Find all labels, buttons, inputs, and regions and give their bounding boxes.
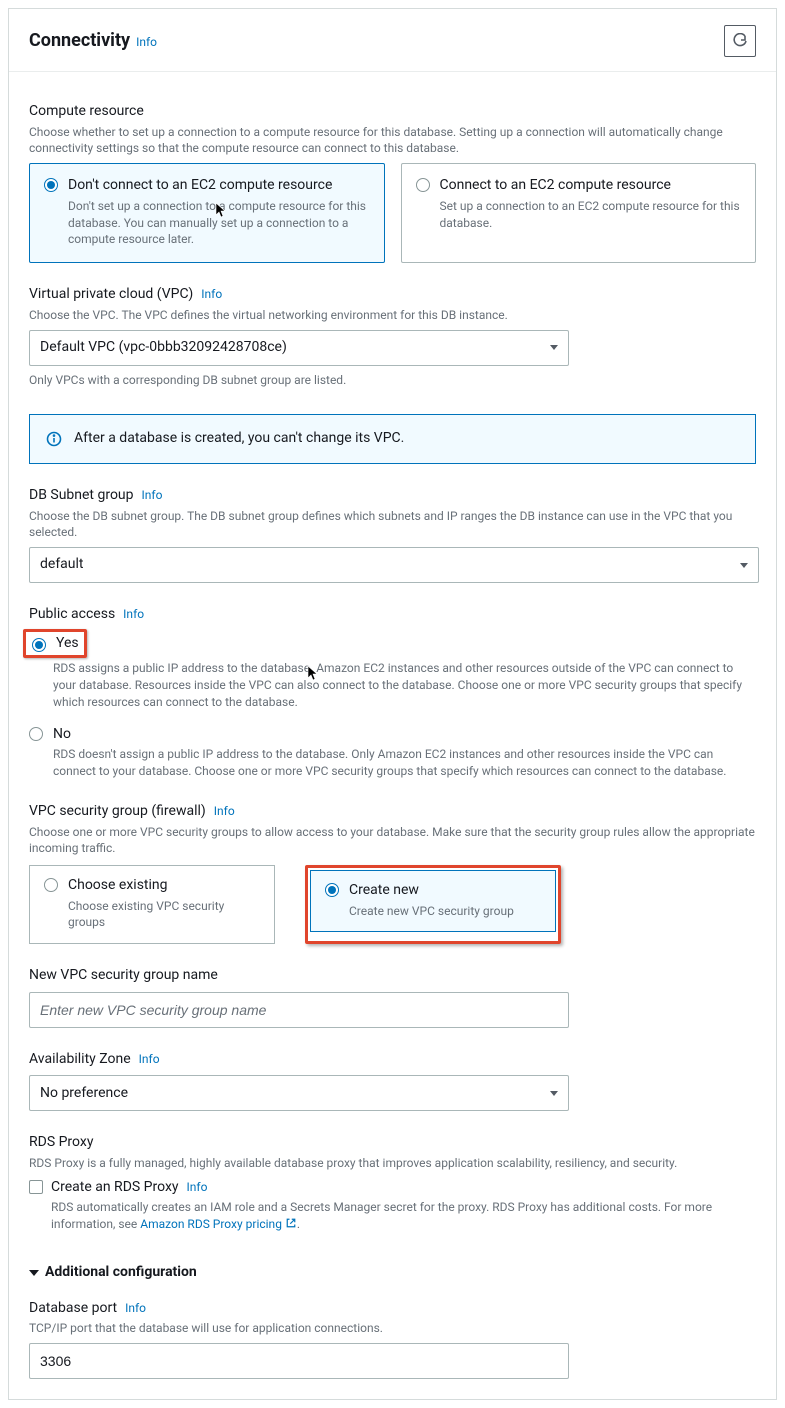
yes-label: Yes xyxy=(56,634,79,654)
option-desc: Don't set up a connection to a compute r… xyxy=(68,198,370,248)
proxy-cb-desc: RDS automatically creates an IAM role an… xyxy=(51,1199,756,1233)
select-value: Default VPC (vpc-0bbb32092428708ce) xyxy=(40,338,287,358)
option-title: Choose existing xyxy=(68,876,260,896)
info-link[interactable]: Info xyxy=(187,1179,208,1196)
option-desc: Create new VPC security group xyxy=(349,903,514,920)
db-port-section: Database port Info TCP/IP port that the … xyxy=(29,1299,756,1379)
info-link[interactable]: Info xyxy=(142,487,163,504)
info-link[interactable]: Info xyxy=(139,1051,160,1068)
label-text: DB Subnet group xyxy=(29,486,134,506)
chevron-down-icon xyxy=(550,1091,558,1096)
proxy-cb-label-row: Create an RDS Proxy Info xyxy=(51,1178,756,1198)
vpc-select[interactable]: Default VPC (vpc-0bbb32092428708ce) xyxy=(29,330,569,366)
proxy-desc: RDS Proxy is a fully managed, highly ava… xyxy=(29,1155,756,1172)
compute-desc: Choose whether to set up a connection to… xyxy=(29,124,756,158)
expander-label: Additional configuration xyxy=(45,1263,197,1283)
connectivity-panel: Connectivity Info Compute resource Choos… xyxy=(8,8,777,1400)
label-text: Virtual private cloud (VPC) xyxy=(29,285,193,305)
public-access-section: Public access Info Yes RDS assigns a pub… xyxy=(29,605,756,780)
option-desc: Set up a connection to an EC2 compute re… xyxy=(440,198,742,232)
vpc-hint: Only VPCs with a corresponding DB subnet… xyxy=(29,372,756,389)
sg-option-create[interactable]: Create new Create new VPC security group xyxy=(310,870,556,932)
sg-name-input[interactable] xyxy=(29,992,569,1028)
port-desc: TCP/IP port that the database will use f… xyxy=(29,1320,756,1337)
port-label: Database port Info xyxy=(29,1299,756,1319)
sg-option-existing[interactable]: Choose existing Choose existing VPC secu… xyxy=(29,865,275,944)
info-link[interactable]: Info xyxy=(214,803,235,820)
compute-options: Don't connect to an EC2 compute resource… xyxy=(29,163,756,263)
proxy-checkbox-row: Create an RDS Proxy Info RDS automatical… xyxy=(29,1178,756,1233)
yes-desc: RDS assigns a public IP address to the d… xyxy=(53,660,756,710)
rds-proxy-section: RDS Proxy RDS Proxy is a fully managed, … xyxy=(29,1133,756,1233)
radio-icon xyxy=(32,638,46,652)
az-label: Availability Zone Info xyxy=(29,1050,756,1070)
subnet-section: DB Subnet group Info Choose the DB subne… xyxy=(29,486,756,583)
cb-label: Create an RDS Proxy xyxy=(51,1178,179,1198)
sg-create-highlight: Create new Create new VPC security group xyxy=(305,865,561,944)
proxy-label: RDS Proxy xyxy=(29,1133,756,1153)
vpc-alert: After a database is created, you can't c… xyxy=(29,414,756,464)
security-group-section: VPC security group (firewall) Info Choos… xyxy=(29,802,756,944)
chevron-down-icon xyxy=(740,563,748,568)
desc-b: . xyxy=(297,1217,300,1231)
proxy-pricing-link[interactable]: Amazon RDS Proxy pricing xyxy=(140,1217,297,1231)
radio-icon xyxy=(29,727,43,741)
info-icon xyxy=(46,431,62,447)
subnet-select[interactable]: default xyxy=(29,547,759,583)
select-value: default xyxy=(40,555,84,575)
additional-config-expander[interactable]: Additional configuration xyxy=(29,1263,756,1283)
radio-icon xyxy=(325,883,339,897)
title-text: Connectivity xyxy=(29,28,130,53)
sg-label: VPC security group (firewall) Info xyxy=(29,802,756,822)
label-text: Public access xyxy=(29,605,115,625)
info-link[interactable]: Info xyxy=(123,606,144,623)
radio-icon xyxy=(416,178,430,192)
alert-text: After a database is created, you can't c… xyxy=(74,429,404,449)
subnet-desc: Choose the DB subnet group. The DB subne… xyxy=(29,508,756,542)
info-link[interactable]: Info xyxy=(201,286,222,303)
chevron-down-icon xyxy=(550,345,558,350)
page-title: Connectivity Info xyxy=(29,28,157,53)
info-link[interactable]: Info xyxy=(136,34,157,51)
public-access-no[interactable]: No RDS doesn't assign a public IP addres… xyxy=(29,725,756,780)
compute-label: Compute resource xyxy=(29,102,756,122)
radio-icon xyxy=(44,878,58,892)
info-link[interactable]: Info xyxy=(125,1300,146,1317)
no-label: No xyxy=(53,725,756,745)
refresh-button[interactable] xyxy=(724,25,756,57)
compute-option-dont-connect[interactable]: Don't connect to an EC2 compute resource… xyxy=(29,163,385,263)
option-title: Connect to an EC2 compute resource xyxy=(440,176,742,196)
refresh-icon xyxy=(732,33,748,49)
label-text: VPC security group (firewall) xyxy=(29,802,206,822)
db-port-input[interactable] xyxy=(29,1343,569,1379)
radio-icon xyxy=(44,178,58,192)
select-value: No preference xyxy=(40,1084,128,1104)
option-desc: Choose existing VPC security groups xyxy=(68,898,260,932)
sg-options: Choose existing Choose existing VPC secu… xyxy=(29,865,756,944)
public-access-yes[interactable]: Yes xyxy=(28,634,79,654)
no-desc: RDS doesn't assign a public IP address t… xyxy=(53,746,756,780)
subnet-label: DB Subnet group Info xyxy=(29,486,756,506)
az-section: Availability Zone Info No preference xyxy=(29,1050,756,1112)
panel-header: Connectivity Info xyxy=(9,9,776,72)
compute-resource-section: Compute resource Choose whether to set u… xyxy=(29,102,756,263)
public-access-yes-highlight: Yes xyxy=(23,629,87,659)
label-text: Availability Zone xyxy=(29,1050,131,1070)
caret-down-icon xyxy=(29,1270,39,1276)
label-text: Database port xyxy=(29,1299,117,1319)
vpc-desc: Choose the VPC. The VPC defines the virt… xyxy=(29,307,756,324)
public-access-label: Public access Info xyxy=(29,605,756,625)
sg-desc: Choose one or more VPC security groups t… xyxy=(29,824,756,858)
panel-body: Compute resource Choose whether to set u… xyxy=(9,72,776,1399)
az-select[interactable]: No preference xyxy=(29,1075,569,1111)
compute-option-connect[interactable]: Connect to an EC2 compute resource Set u… xyxy=(401,163,757,263)
external-link-icon xyxy=(285,1217,297,1229)
vpc-section: Virtual private cloud (VPC) Info Choose … xyxy=(29,285,756,464)
option-title: Create new xyxy=(349,881,514,901)
option-title: Don't connect to an EC2 compute resource xyxy=(68,176,370,196)
sg-name-section: New VPC security group name xyxy=(29,966,756,1028)
sg-name-label: New VPC security group name xyxy=(29,966,756,986)
vpc-label: Virtual private cloud (VPC) Info xyxy=(29,285,756,305)
create-proxy-checkbox[interactable] xyxy=(29,1180,43,1194)
